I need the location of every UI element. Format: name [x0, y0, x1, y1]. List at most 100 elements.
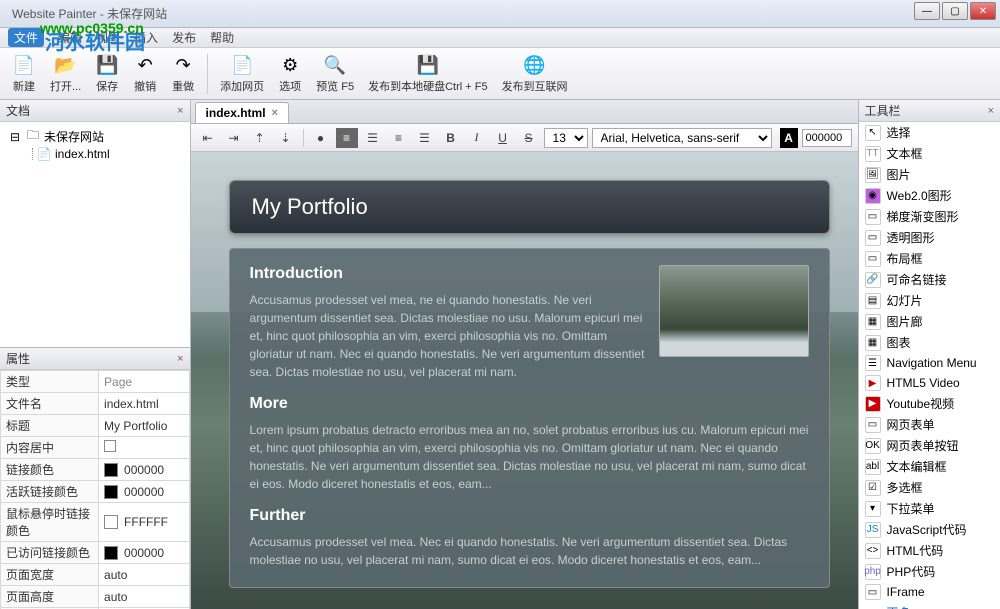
intro-image[interactable]	[659, 265, 809, 357]
toolbar-icon: ⚙	[278, 53, 302, 77]
menu-帮助[interactable]: 帮助	[210, 29, 234, 46]
prop-row[interactable]: 文件名index.html	[1, 393, 190, 415]
tool-图片[interactable]: 🖼图片	[859, 164, 1000, 185]
nudge-up-icon[interactable]: ⇡	[249, 128, 271, 148]
toolbar-icon: 📂	[54, 53, 78, 77]
underline-button[interactable]: U	[492, 128, 514, 148]
text-color-button[interactable]: A	[780, 128, 798, 148]
tool-网页表单按钮[interactable]: OK网页表单按钮	[859, 435, 1000, 456]
minimize-button[interactable]: —	[914, 2, 940, 20]
menu-文件[interactable]: 文件	[8, 28, 44, 47]
prop-row[interactable]: 页面高度auto	[1, 586, 190, 608]
tool-icon: 🖼	[865, 167, 881, 183]
tree-root[interactable]: ⊟ 🗀 未保存网站	[4, 126, 186, 147]
prop-row[interactable]: 标题My Portfolio	[1, 415, 190, 437]
toolbar-新建[interactable]: 📄新建	[6, 51, 42, 96]
tool-icon: ◉	[865, 188, 881, 204]
close-icon[interactable]: ×	[272, 107, 278, 119]
tool-Youtube视频[interactable]: ▶Youtube视频	[859, 393, 1000, 414]
tool-HTML5 Video[interactable]: ▶HTML5 Video	[859, 373, 1000, 393]
toolbar-icon: 💾	[416, 53, 440, 77]
tool-可命名链接[interactable]: 🔗可命名链接	[859, 269, 1000, 290]
tool-icon: 🔗	[865, 272, 881, 288]
tool-icon: JS	[865, 522, 881, 538]
color-hex-input[interactable]	[802, 129, 852, 147]
bold-button[interactable]: B	[440, 128, 462, 148]
italic-button[interactable]: I	[466, 128, 488, 148]
toolbar-重做[interactable]: ↷重做	[165, 51, 201, 96]
align-left-icon[interactable]: ≡	[336, 128, 358, 148]
tool-icon: ▾	[865, 501, 881, 517]
nudge-down-icon[interactable]: ⇣	[275, 128, 297, 148]
toolbar-打开...[interactable]: 📂打开...	[44, 51, 87, 96]
tool-文本框[interactable]: TT文本框	[859, 143, 1000, 164]
tree-item-index[interactable]: 📄 index.html	[4, 147, 186, 161]
tool-下拉菜单[interactable]: ▾下拉菜单	[859, 498, 1000, 519]
prop-row[interactable]: 活跃链接颜色000000	[1, 481, 190, 503]
menu-视图[interactable]: 视图	[96, 29, 120, 46]
toolbar-icon: ↷	[171, 53, 195, 77]
tool-icon: ▭	[865, 251, 881, 267]
tool-icon: ▭	[865, 209, 881, 225]
tool-PHP代码[interactable]: phpPHP代码	[859, 561, 1000, 582]
tool-图表[interactable]: ▦图表	[859, 332, 1000, 353]
toolbar-添加网页[interactable]: 📄添加网页	[214, 51, 270, 96]
nudge-right-icon[interactable]: ⇥	[223, 128, 245, 148]
tool-梯度渐变图形[interactable]: ▭梯度渐变图形	[859, 206, 1000, 227]
page-content[interactable]: IntroductionAccusamus prodesset vel mea,…	[229, 248, 830, 588]
prop-row[interactable]: 链接颜色000000	[1, 459, 190, 481]
font-family-select[interactable]: Arial, Helvetica, sans-serif	[592, 128, 772, 148]
toolbar-发布到互联网[interactable]: 🌐发布到互联网	[496, 51, 574, 96]
main-toolbar: 📄新建📂打开...💾保存↶撤销↷重做 📄添加网页⚙选项🔍预览 F5💾发布到本地硬盘…	[0, 48, 1000, 100]
close-button[interactable]: ✕	[970, 2, 996, 20]
tool-文本编辑框[interactable]: abl文本编辑框	[859, 456, 1000, 477]
close-icon[interactable]: ×	[988, 105, 994, 117]
page-header[interactable]: My Portfolio	[229, 180, 830, 234]
toolbar-选项[interactable]: ⚙选项	[272, 51, 308, 96]
tool-布局框[interactable]: ▭布局框	[859, 248, 1000, 269]
tool-IFrame[interactable]: ▭IFrame	[859, 582, 1000, 602]
tool-选择[interactable]: ↖选择	[859, 122, 1000, 143]
prop-row[interactable]: 已访问链接颜色000000	[1, 542, 190, 564]
minus-icon: ⊟	[8, 130, 22, 144]
tab-index-html[interactable]: index.html ×	[195, 102, 289, 123]
prop-row[interactable]: 类型Page	[1, 371, 190, 393]
tool-HTML代码[interactable]: <>HTML代码	[859, 540, 1000, 561]
maximize-button[interactable]: ▢	[942, 2, 968, 20]
design-canvas[interactable]: My Portfolio IntroductionAccusamus prode…	[191, 152, 858, 609]
toolbar-保存[interactable]: 💾保存	[89, 51, 125, 96]
toolbar-发布到本地硬盘Ctrl + F5[interactable]: 💾发布到本地硬盘Ctrl + F5	[362, 51, 493, 96]
menu-插入[interactable]: 插入	[134, 29, 158, 46]
prop-row[interactable]: 页面宽度auto	[1, 564, 190, 586]
tool-JavaScript代码[interactable]: JSJavaScript代码	[859, 519, 1000, 540]
toolbar-预览 F5[interactable]: 🔍预览 F5	[310, 51, 360, 96]
tool-icon: ▭	[865, 584, 881, 600]
tool-透明图形[interactable]: ▭透明图形	[859, 227, 1000, 248]
align-right-icon[interactable]: ≡	[388, 128, 410, 148]
tool-icon: ▤	[865, 293, 881, 309]
tool-icon: ▶	[865, 396, 881, 412]
tool-Web2.0图形[interactable]: ◉Web2.0图形	[859, 185, 1000, 206]
nudge-left-icon[interactable]: ⇤	[197, 128, 219, 148]
tool-icon: ▸	[865, 605, 881, 609]
close-icon[interactable]: ×	[177, 353, 183, 365]
tool-多选框[interactable]: ☑多选框	[859, 477, 1000, 498]
tool-icon: <>	[865, 543, 881, 559]
align-center-icon[interactable]: ☰	[362, 128, 384, 148]
menu-编辑[interactable]: 编辑	[58, 29, 82, 46]
menu-发布[interactable]: 发布	[172, 29, 196, 46]
tool-Navigation Menu[interactable]: ☰Navigation Menu	[859, 353, 1000, 373]
bullet-icon[interactable]: ●	[310, 128, 332, 148]
tool-更多[interactable]: ▸更多	[859, 602, 1000, 609]
strike-button[interactable]: S	[518, 128, 540, 148]
font-size-select[interactable]: 13	[544, 128, 588, 148]
tool-幻灯片[interactable]: ▤幻灯片	[859, 290, 1000, 311]
tool-图片廊[interactable]: ▦图片廊	[859, 311, 1000, 332]
tool-icon: php	[865, 564, 881, 580]
prop-row[interactable]: 内容居中	[1, 437, 190, 459]
align-justify-icon[interactable]: ☰	[414, 128, 436, 148]
tool-网页表单[interactable]: ▭网页表单	[859, 414, 1000, 435]
toolbar-撤销[interactable]: ↶撤销	[127, 51, 163, 96]
close-icon[interactable]: ×	[177, 105, 183, 117]
prop-row[interactable]: 鼠标悬停时链接颜色FFFFFF	[1, 503, 190, 542]
